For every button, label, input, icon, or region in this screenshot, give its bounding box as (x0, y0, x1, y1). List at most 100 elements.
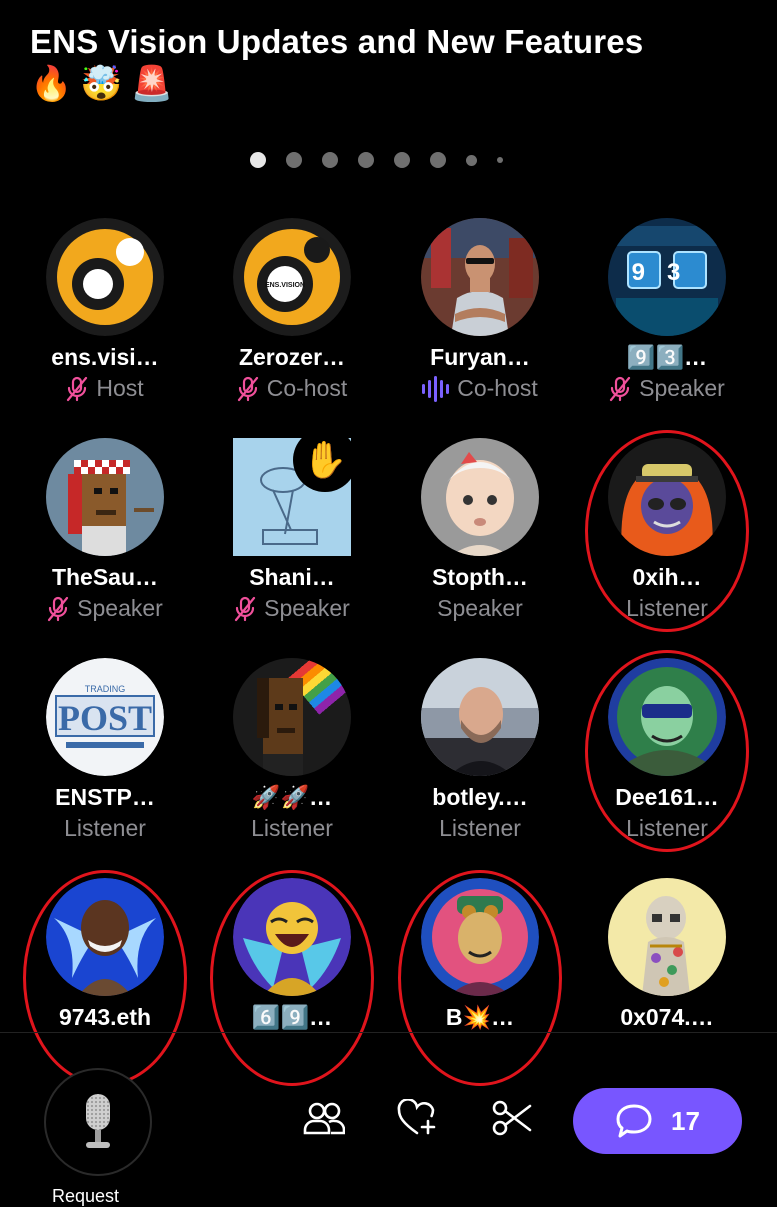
participant-name: B💥… (445, 1004, 515, 1030)
page-dot[interactable] (286, 152, 302, 168)
participant-tile[interactable]: ens.visi… Host (15, 218, 195, 402)
exploding-head-emoji: 🤯 (80, 64, 123, 104)
muted-mic-icon (47, 596, 69, 622)
role-label: Listener (626, 595, 708, 621)
participant-tile[interactable]: 0xih… Listener (577, 438, 757, 622)
participant-name: TheSau… (51, 564, 159, 590)
avatar[interactable] (46, 438, 164, 556)
participant-name: 9743.eth (58, 1004, 152, 1030)
chat-bubble-icon (616, 1104, 652, 1138)
participant-name: 🚀🚀… (251, 784, 333, 810)
toolbar-divider (0, 1032, 777, 1033)
page-dot[interactable] (322, 152, 338, 168)
participant-role: Listener (390, 815, 570, 842)
participant-name: Shani… (249, 564, 335, 590)
avatar[interactable] (421, 438, 539, 556)
participant-role: Speaker (390, 595, 570, 622)
raised-hand-icon: ✋ (293, 428, 357, 492)
role-label: Host (96, 375, 144, 401)
role-label: Co-host (457, 375, 538, 401)
svg-text:ENS.VISION: ENS.VISION (265, 282, 305, 289)
participant-tile[interactable]: ✋ Shani… Speaker (202, 428, 382, 622)
participant-tile[interactable]: Furyan… Co-host (390, 218, 570, 402)
page-dot[interactable] (497, 157, 503, 163)
avatar[interactable] (46, 878, 164, 996)
participant-role: Host (15, 375, 195, 402)
space-title: ENS Vision Updates and New Features (30, 23, 644, 60)
avatar[interactable] (233, 878, 351, 996)
participant-tile[interactable]: Dee161… Listener (577, 658, 757, 842)
participant-role: Listener (15, 815, 195, 842)
participant-name: ens.visi… (51, 344, 159, 370)
heart-plus-icon[interactable] (396, 1096, 440, 1140)
role-label: Listener (439, 815, 521, 841)
avatar[interactable]: TRADING POST (46, 658, 164, 776)
participant-role: Listener (202, 815, 382, 842)
participant-tile[interactable]: B💥… (390, 878, 570, 1031)
people-icon[interactable] (302, 1096, 346, 1140)
title-emoji-row: 🔥 🤯 🚨 (30, 64, 173, 110)
participant-name: Zerozer… (238, 344, 346, 370)
avatar[interactable] (608, 658, 726, 776)
muted-mic-icon (237, 376, 259, 402)
participant-tile[interactable]: 0x074.… (577, 878, 757, 1031)
participant-tile[interactable]: Stopth… Speaker (390, 438, 570, 622)
participant-name: botley.… (432, 784, 528, 810)
participant-role: Speaker (15, 595, 195, 622)
role-label: Speaker (264, 595, 350, 621)
page-dot[interactable] (250, 152, 266, 168)
request-label: Request (52, 1186, 120, 1206)
participant-role: Co-host (202, 375, 382, 402)
participant-tile[interactable]: 6️⃣9️⃣… (202, 878, 382, 1031)
microphone-icon (86, 1094, 110, 1148)
role-label: Listener (626, 815, 708, 841)
avatar[interactable] (421, 878, 539, 996)
participant-role: Speaker (577, 375, 757, 402)
participant-tile[interactable]: TRADING POST ENSTP… Listener (15, 658, 195, 842)
participant-tile[interactable]: 9743.eth (15, 878, 195, 1031)
avatar[interactable] (421, 658, 539, 776)
participant-tile[interactable]: TheSau… Speaker (15, 438, 195, 622)
participant-name: Furyan… (430, 344, 530, 370)
request-mic-button[interactable] (44, 1068, 152, 1176)
participant-tile[interactable]: 🚀🚀… Listener (202, 658, 382, 842)
role-label: Speaker (437, 595, 523, 621)
speaking-waveform-icon (422, 375, 450, 402)
participant-role: Listener (577, 815, 757, 842)
svg-text:93: 93 (632, 259, 703, 286)
avatar[interactable] (608, 438, 726, 556)
scissors-icon[interactable] (490, 1096, 534, 1140)
page-dot[interactable] (394, 152, 410, 168)
muted-mic-icon (234, 596, 256, 622)
avatar[interactable] (46, 218, 164, 336)
avatar[interactable]: ✋ (233, 428, 357, 556)
muted-mic-icon (66, 376, 88, 402)
page-dot[interactable] (466, 154, 477, 166)
page-dot[interactable] (430, 152, 446, 168)
participant-name: 0xih… (632, 564, 702, 590)
fire-emoji: 🔥 (30, 64, 73, 104)
role-label: Co-host (266, 375, 348, 401)
avatar[interactable] (608, 878, 726, 996)
siren-emoji: 🚨 (130, 64, 174, 104)
muted-mic-icon (609, 376, 631, 402)
participant-role: Co-host (390, 375, 570, 402)
participant-name: 9️⃣3️⃣… (626, 344, 708, 370)
role-label: Listener (64, 815, 146, 841)
chat-count: 17 (671, 1105, 700, 1136)
page-dot[interactable] (358, 152, 374, 168)
page-indicator[interactable] (250, 152, 503, 168)
avatar[interactable]: ENS.VISION (233, 218, 351, 336)
participant-role: Speaker (202, 595, 382, 622)
role-label: Listener (251, 815, 333, 841)
avatar[interactable]: 93 (608, 218, 726, 336)
participant-name: 6️⃣9️⃣… (251, 1004, 333, 1030)
svg-text:TRADING: TRADING (85, 684, 126, 694)
participant-tile[interactable]: ENS.VISION Zerozer… Co-host (202, 218, 382, 402)
chat-button[interactable]: 17 (573, 1088, 742, 1154)
avatar[interactable] (421, 218, 539, 336)
avatar[interactable] (233, 658, 351, 776)
participant-tile[interactable]: botley.… Listener (390, 658, 570, 842)
role-label: Speaker (639, 375, 725, 401)
participant-tile[interactable]: 93 9️⃣3️⃣… Speaker (577, 218, 757, 402)
